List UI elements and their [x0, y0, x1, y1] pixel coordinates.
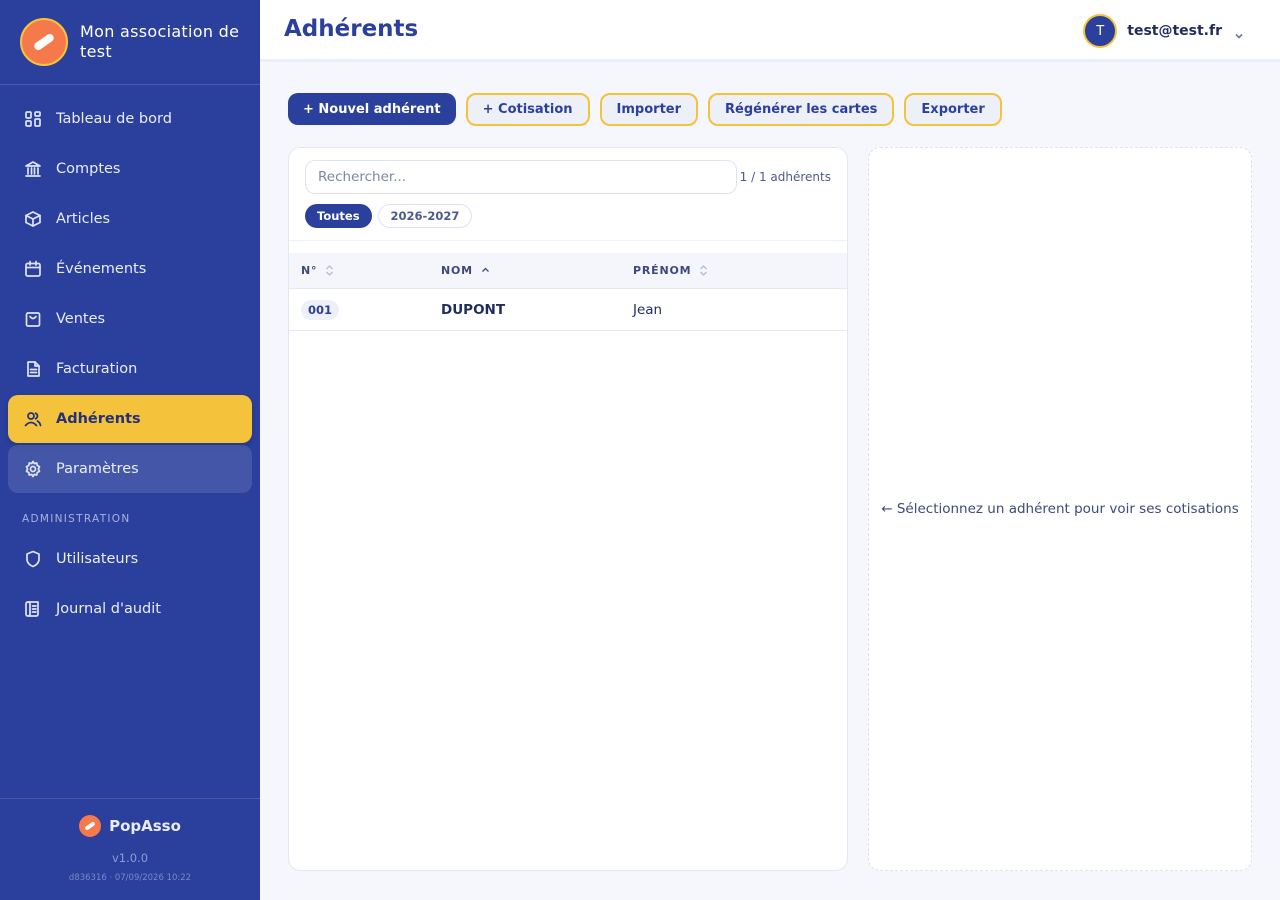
document-icon	[24, 360, 42, 378]
member-first-name: Jean	[633, 302, 663, 318]
column-label: NOM	[441, 264, 473, 277]
top-header: Adhérents T test@test.fr	[260, 0, 1280, 62]
column-header-first-name[interactable]: PRÉNOM	[633, 264, 708, 277]
filter-chip-season[interactable]: 2026-2027	[377, 204, 473, 228]
popasso-logo-icon	[79, 815, 102, 837]
table-header: N° NOM PRÉNOM	[289, 253, 847, 289]
sidebar-item-users[interactable]: Utilisateurs	[8, 535, 252, 583]
chevron-down-icon	[1234, 26, 1244, 39]
sidebar-item-settings[interactable]: Paramètres	[8, 445, 252, 493]
column-label: PRÉNOM	[633, 264, 692, 277]
brand-name: Mon association de test	[80, 22, 240, 61]
table-row[interactable]: 001 DUPONT Jean	[289, 289, 847, 331]
brand-logo-icon	[20, 18, 68, 66]
shopping-bag-icon	[24, 310, 42, 328]
sidebar-item-dashboard[interactable]: Tableau de bord	[8, 95, 252, 143]
member-detail-panel: ← Sélectionnez un adhérent pour voir ses…	[868, 147, 1252, 871]
gear-icon	[24, 460, 42, 478]
sidebar-item-sales[interactable]: Ventes	[8, 295, 252, 343]
user-email: test@test.fr	[1127, 23, 1222, 39]
sidebar-item-label: Événements	[56, 261, 147, 277]
import-button[interactable]: Importer	[599, 93, 699, 126]
column-header-last-name[interactable]: NOM	[441, 264, 490, 277]
sidebar-item-events[interactable]: Événements	[8, 245, 252, 293]
user-menu[interactable]: T test@test.fr	[1083, 14, 1244, 48]
brand[interactable]: Mon association de test	[0, 0, 260, 85]
sidebar-item-label: Adhérents	[56, 411, 141, 427]
box-icon	[24, 210, 42, 228]
member-number: 001	[301, 300, 340, 320]
regenerate-cards-button[interactable]: Régénérer les cartes	[708, 93, 895, 126]
sidebar-item-members[interactable]: Adhérents	[8, 395, 252, 443]
sidebar: Mon association de test Tableau de bord …	[0, 0, 260, 900]
sidebar-item-label: Facturation	[56, 361, 138, 377]
sidebar-item-label: Paramètres	[56, 461, 139, 477]
column-header-number[interactable]: N°	[301, 264, 334, 277]
sidebar-item-label: Tableau de bord	[56, 111, 172, 127]
sidebar-item-articles[interactable]: Articles	[8, 195, 252, 243]
season-filter: Toutes 2026-2027	[305, 204, 478, 228]
sort-ascending-icon	[481, 265, 490, 276]
member-count: 1 / 1 adhérents	[739, 170, 831, 184]
add-contribution-button[interactable]: + Cotisation	[465, 93, 590, 126]
admin-section-title: ADMINISTRATION	[22, 513, 131, 525]
divider	[289, 240, 847, 241]
sidebar-item-label: Ventes	[56, 311, 106, 327]
scroll-icon	[24, 600, 42, 618]
users-icon	[24, 410, 42, 428]
dashboard-icon	[24, 110, 42, 128]
page-title: Adhérents	[284, 16, 419, 42]
members-list-panel: 1 / 1 adhérents Toutes 2026-2027 N° NOM …	[288, 147, 848, 871]
sidebar-item-label: Articles	[56, 211, 111, 227]
search-input[interactable]	[305, 160, 737, 194]
sidebar-item-label: Comptes	[56, 161, 121, 177]
sidebar-item-label: Utilisateurs	[56, 551, 139, 567]
member-last-name: DUPONT	[441, 302, 506, 318]
filter-chip-all[interactable]: Toutes	[305, 204, 372, 228]
sidebar-footer: PopAsso v1.0.0 d836316 · 07/09/2026 10:2…	[0, 798, 260, 900]
empty-selection-hint: ← Sélectionnez un adhérent pour voir ses…	[881, 501, 1239, 517]
avatar: T	[1083, 14, 1118, 48]
footer-build: d836316 · 07/09/2026 10:22	[68, 873, 192, 883]
sidebar-item-billing[interactable]: Facturation	[8, 345, 252, 393]
bank-icon	[24, 160, 42, 178]
footer-brand: PopAsso	[0, 815, 260, 837]
sort-icon	[699, 265, 708, 276]
new-member-button[interactable]: + Nouvel adhérent	[288, 93, 456, 125]
sidebar-item-accounts[interactable]: Comptes	[8, 145, 252, 193]
export-button[interactable]: Exporter	[904, 93, 1002, 126]
footer-version: v1.0.0	[111, 851, 149, 865]
shield-icon	[24, 550, 42, 568]
footer-product-name: PopAsso	[109, 817, 181, 835]
action-toolbar: + Nouvel adhérent + Cotisation Importer …	[288, 93, 1012, 126]
sidebar-item-audit-log[interactable]: Journal d'audit	[8, 585, 252, 633]
column-label: N°	[301, 264, 318, 277]
sort-icon	[325, 265, 334, 276]
calendar-icon	[24, 260, 42, 278]
sidebar-nav: Tableau de bord Comptes Articles Événeme…	[8, 95, 252, 635]
sidebar-item-label: Journal d'audit	[56, 601, 161, 617]
